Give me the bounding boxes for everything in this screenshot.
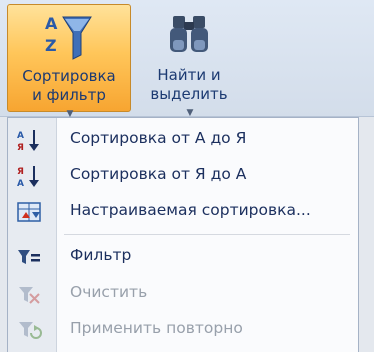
- sort-and-filter-button[interactable]: A Z Сортировка и фильтр ▼: [7, 4, 131, 119]
- sort-filter-dropdown-menu: А Я Сортировка от А до Я Я А Сортировка …: [7, 117, 359, 352]
- sort-ascending-icon: А Я: [16, 128, 42, 153]
- sort-filter-label-line2: и фильтр: [32, 86, 106, 104]
- binoculars-icon: [167, 10, 211, 63]
- sort-descending-icon: Я А: [16, 164, 42, 189]
- find-select-label-line2: выделить: [150, 85, 228, 103]
- svg-text:Я: Я: [17, 167, 24, 177]
- menu-item-label: Настраиваемая сортировка...: [70, 201, 311, 219]
- menu-item-label: Сортировка от Я до А: [70, 165, 247, 183]
- menu-item-custom-sort[interactable]: Настраиваемая сортировка...: [8, 194, 358, 230]
- reapply-filter-icon: [16, 318, 42, 342]
- menu-item-label: Очистить: [70, 283, 148, 301]
- filter-icon: [16, 245, 42, 269]
- svg-text:Z: Z: [45, 36, 57, 55]
- custom-sort-icon: [16, 200, 42, 224]
- svg-text:A: A: [45, 14, 58, 33]
- menu-item-sort-z-to-a[interactable]: Я А Сортировка от Я до А: [8, 158, 358, 194]
- sort-filter-icon: A Z: [41, 11, 97, 68]
- menu-item-filter[interactable]: Фильтр: [8, 239, 358, 275]
- find-and-select-button[interactable]: Найти и выделить ▼: [134, 4, 244, 118]
- ribbon-group-editing: A Z Сортировка и фильтр ▼ Найти и выдели…: [0, 0, 374, 119]
- menu-item-reapply[interactable]: Применить повторно: [8, 312, 358, 348]
- menu-item-sort-a-to-z[interactable]: А Я Сортировка от А до Я: [8, 122, 358, 158]
- clear-filter-icon: [16, 282, 42, 306]
- menu-separator: [64, 234, 350, 235]
- menu-item-clear[interactable]: Очистить: [8, 276, 358, 312]
- menu-item-label: Сортировка от А до Я: [70, 129, 247, 147]
- svg-text:Я: Я: [17, 143, 24, 152]
- find-select-label-line1: Найти и: [157, 66, 221, 84]
- menu-item-label: Фильтр: [70, 246, 132, 264]
- svg-text:А: А: [17, 131, 24, 141]
- menu-item-label: Применить повторно: [70, 319, 243, 337]
- svg-text:А: А: [17, 179, 24, 188]
- sort-filter-label-line1: Сортировка: [22, 67, 116, 85]
